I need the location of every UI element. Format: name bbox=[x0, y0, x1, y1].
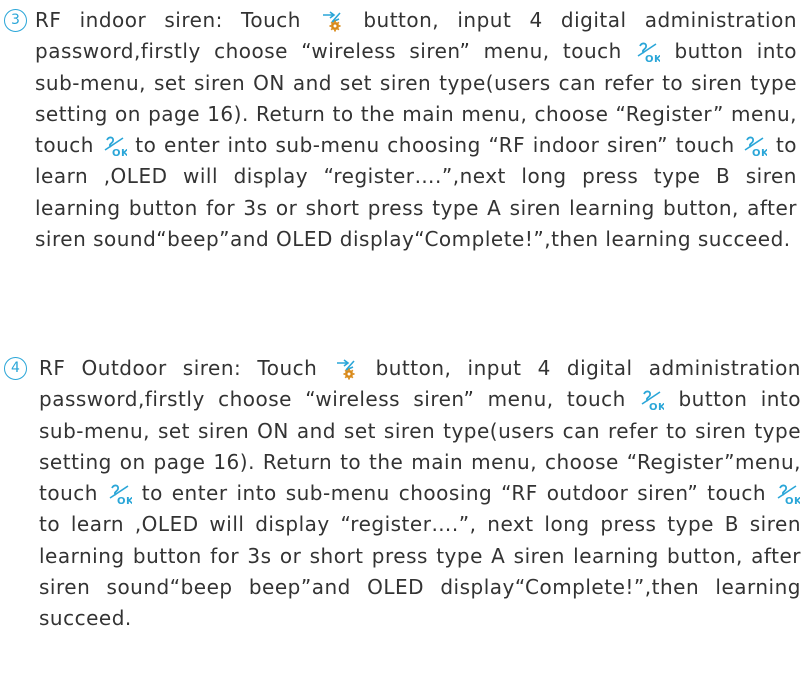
list-marker-circled-number: 4 bbox=[4, 357, 27, 380]
svg-text:OK: OK bbox=[112, 148, 127, 158]
text-segment: to learn ,OLED will display “register….”… bbox=[39, 512, 801, 631]
ok-icon: OK bbox=[103, 134, 127, 158]
ok-icon: OK bbox=[108, 482, 132, 506]
text-segment: to enter into sub-menu choosing “RF outd… bbox=[141, 481, 767, 506]
svg-text:OK: OK bbox=[752, 148, 767, 158]
text-segment: RF indoor siren: Touch bbox=[35, 8, 301, 32]
settings-icon bbox=[320, 9, 344, 33]
ok-icon: OK bbox=[776, 482, 800, 506]
ok-icon: OK bbox=[640, 388, 664, 412]
ok-icon: OK bbox=[743, 134, 767, 158]
svg-text:OK: OK bbox=[649, 402, 664, 412]
text-segment: to enter into sub-menu choosing “RF indo… bbox=[135, 133, 735, 158]
settings-icon bbox=[334, 357, 358, 381]
text-segment: RF Outdoor siren: Touch bbox=[39, 356, 318, 380]
svg-text:OK: OK bbox=[645, 54, 660, 64]
ok-icon: OK bbox=[636, 40, 660, 64]
paragraph-rf-indoor-siren: RF indoor siren: Touch button, input 4 d… bbox=[35, 5, 797, 255]
svg-text:OK: OK bbox=[117, 496, 132, 506]
paragraph-rf-outdoor-siren: RF Outdoor siren: Touch button, input 4 … bbox=[39, 353, 801, 635]
list-marker-circled-number: 3 bbox=[4, 9, 27, 32]
manual-page: 3 RF indoor siren: Touch button, input 4… bbox=[0, 0, 803, 687]
svg-text:OK: OK bbox=[785, 496, 800, 506]
